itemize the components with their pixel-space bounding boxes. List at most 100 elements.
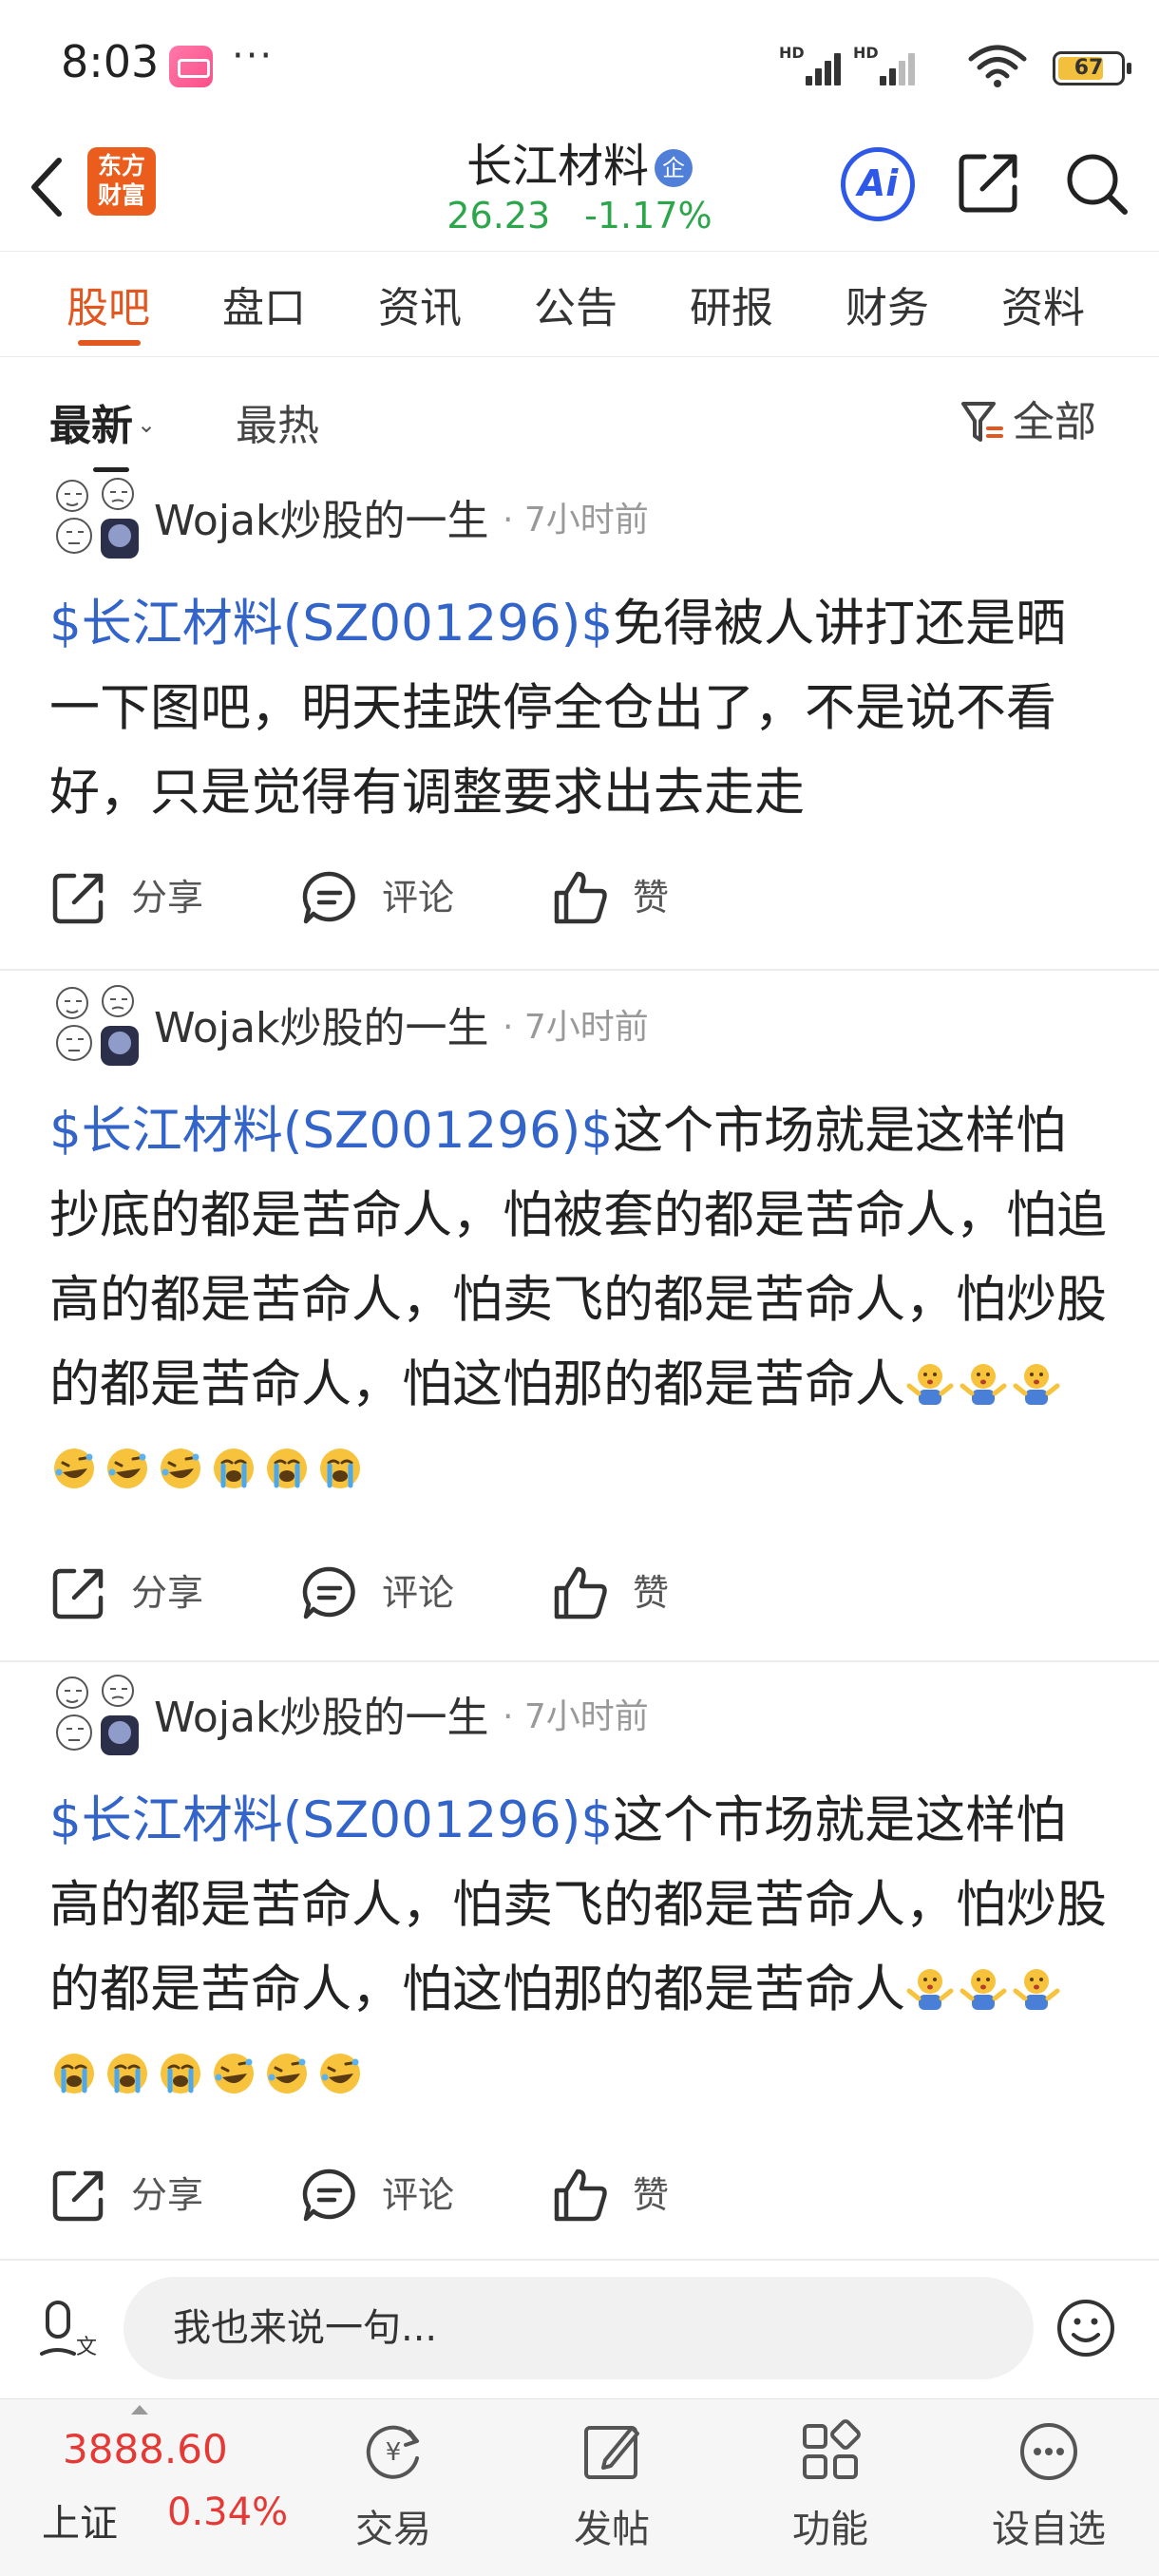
stock-price: 26.23 xyxy=(446,195,551,237)
filter-icon xyxy=(961,402,1003,442)
battery-icon: 67 xyxy=(1053,51,1131,85)
thumbs-up-icon xyxy=(554,1566,607,1619)
avatar[interactable] xyxy=(49,473,144,560)
index-value[interactable]: 3888.60 xyxy=(63,2426,228,2472)
signal-1-icon: HD xyxy=(779,44,847,85)
tab-profile[interactable]: 资料 xyxy=(1001,274,1085,334)
like-button[interactable]: 赞 xyxy=(551,868,669,927)
comment-icon xyxy=(302,871,355,924)
sort-latest-dropdown[interactable]: 最新 ⌄ xyxy=(49,391,156,452)
post-actions: 分享 评论 赞 xyxy=(0,1563,1159,1639)
stock-tag-link[interactable]: $长江材料(SZ001296)$ xyxy=(49,595,613,653)
post-time: · 7小时前 xyxy=(503,1697,649,1736)
bottom-bar: 3888.60 上证 0.34% ¥ 交易 发帖 功能 设自选 xyxy=(0,2398,1159,2576)
post-card[interactable]: Wojak炒股的一生 · 7小时前 $长江材料(SZ001296)$免得被人讲打… xyxy=(0,465,1159,971)
post-card[interactable]: Wojak炒股的一生 · 7小时前 $长江材料(SZ001296)$这个市场就是… xyxy=(0,1662,1159,2261)
filter-button[interactable]: 全部 xyxy=(960,388,1096,448)
trade-icon: ¥ xyxy=(366,2425,419,2479)
tab-guba[interactable]: 股吧 xyxy=(66,274,150,334)
author-name[interactable]: Wojak炒股的一生 xyxy=(154,486,489,547)
thumbs-up-icon xyxy=(554,2169,607,2222)
system-icons: HD HD 67 xyxy=(779,38,1159,95)
comment-button[interactable]: 评论 xyxy=(300,868,454,927)
laugh-emoji-icon xyxy=(267,2054,307,2093)
share-button[interactable]: 分享 xyxy=(49,1563,203,1622)
stock-tag-link[interactable]: $长江材料(SZ001296)$ xyxy=(49,1791,613,1849)
laugh-emoji-icon xyxy=(320,2054,360,2093)
nav-watchlist[interactable]: 设自选 xyxy=(973,2418,1125,2553)
tab-pankou[interactable]: 盘口 xyxy=(222,274,306,334)
more-circle-icon xyxy=(1020,2423,1077,2480)
laugh-emoji-icon xyxy=(161,1449,200,1488)
nav-post[interactable]: 发帖 xyxy=(536,2418,688,2553)
shrug-emoji-icon xyxy=(1013,1364,1060,1405)
stock-change: -1.17% xyxy=(584,195,712,237)
cry-emoji-icon xyxy=(161,2054,200,2093)
comment-bar: 文 xyxy=(0,2261,1159,2394)
tab-finance[interactable]: 财务 xyxy=(846,274,929,334)
stock-name: 长江材料 xyxy=(466,140,649,193)
cry-emoji-icon xyxy=(267,1449,307,1488)
stock-header: 东方 财富 长江材料企 26.23 -1.17% Ai xyxy=(0,128,1159,252)
svg-text:¥: ¥ xyxy=(386,2438,402,2467)
bilibili-app-icon xyxy=(169,46,213,87)
expand-caret-icon[interactable] xyxy=(131,2405,148,2415)
post-time: · 7小时前 xyxy=(503,1008,649,1047)
index-change[interactable]: 0.34% xyxy=(167,2491,288,2534)
tab-research[interactable]: 研报 xyxy=(690,274,773,334)
ai-assistant-button[interactable]: Ai xyxy=(841,147,915,221)
nav-trade[interactable]: ¥ 交易 xyxy=(317,2418,469,2553)
voice-input-icon[interactable]: 文 xyxy=(38,2299,99,2359)
share-icon[interactable] xyxy=(956,149,1022,216)
share-icon xyxy=(52,873,104,924)
grid-icon xyxy=(803,2419,861,2479)
stock-tag-link[interactable]: $长江材料(SZ001296)$ xyxy=(49,1102,613,1160)
chevron-down-icon: ⌄ xyxy=(137,411,157,438)
comment-input[interactable] xyxy=(124,2277,1034,2379)
share-button[interactable]: 分享 xyxy=(49,2166,203,2225)
tab-announcements[interactable]: 公告 xyxy=(534,274,618,334)
edit-post-icon xyxy=(584,2426,639,2479)
sort-bar: 最新 ⌄ 最热 全部 xyxy=(0,361,1159,472)
emoji-picker-icon[interactable] xyxy=(1054,2297,1117,2359)
index-name[interactable]: 上证 xyxy=(42,2492,118,2548)
comment-icon xyxy=(302,1566,355,1619)
comment-button[interactable]: 评论 xyxy=(300,2166,454,2225)
cry-emoji-icon xyxy=(320,1449,360,1488)
status-bar: 8:03 ··· HD HD 67 xyxy=(0,0,1159,128)
nav-functions[interactable]: 功能 xyxy=(754,2418,906,2553)
laugh-emoji-icon xyxy=(214,2054,254,2093)
share-icon xyxy=(52,2170,104,2222)
shrug-emoji-icon xyxy=(906,1969,954,2010)
tab-news[interactable]: 资讯 xyxy=(378,274,462,334)
post-actions: 分享 评论 赞 xyxy=(0,2166,1159,2242)
sort-hottest[interactable]: 最热 xyxy=(236,391,319,452)
author-name[interactable]: Wojak炒股的一生 xyxy=(154,1683,489,1744)
shrug-emoji-icon xyxy=(1013,1969,1060,2010)
share-button[interactable]: 分享 xyxy=(49,868,203,927)
laugh-emoji-icon xyxy=(107,1449,147,1488)
clock: 8:03 xyxy=(61,36,160,87)
active-tab-indicator xyxy=(78,340,141,346)
author-name[interactable]: Wojak炒股的一生 xyxy=(154,994,489,1054)
like-button[interactable]: 赞 xyxy=(551,1563,669,1622)
cry-emoji-icon xyxy=(54,2054,94,2093)
comment-icon xyxy=(302,2169,355,2222)
shrug-emoji-icon xyxy=(960,1364,1007,1405)
post-body[interactable]: $长江材料(SZ001296)$免得被人讲打还是晒一下图吧，明天挂跌停全仓出了，… xyxy=(49,581,1113,835)
post-body[interactable]: $长江材料(SZ001296)$这个市场就是这样怕抄底的都是苦命人，怕被套的都是… xyxy=(49,1089,1113,1511)
more-notifications-icon: ··· xyxy=(232,34,275,78)
avatar[interactable] xyxy=(49,980,144,1068)
thumbs-up-icon xyxy=(554,871,607,924)
post-card[interactable]: Wojak炒股的一生 · 7小时前 $长江材料(SZ001296)$这个市场就是… xyxy=(0,973,1159,1662)
post-time: · 7小时前 xyxy=(503,501,649,540)
post-body[interactable]: $长江材料(SZ001296)$这个市场就是这样怕高的都是苦命人，怕卖飞的都是苦… xyxy=(49,1778,1113,2116)
avatar[interactable] xyxy=(49,1670,144,1757)
post-actions: 分享 评论 赞 xyxy=(0,868,1159,944)
like-button[interactable]: 赞 xyxy=(551,2166,669,2225)
shrug-emoji-icon xyxy=(906,1364,954,1405)
comment-button[interactable]: 评论 xyxy=(300,1563,454,1622)
wifi-icon xyxy=(968,45,1027,87)
search-icon[interactable] xyxy=(1062,149,1130,218)
svg-text:文: 文 xyxy=(76,2336,97,2359)
